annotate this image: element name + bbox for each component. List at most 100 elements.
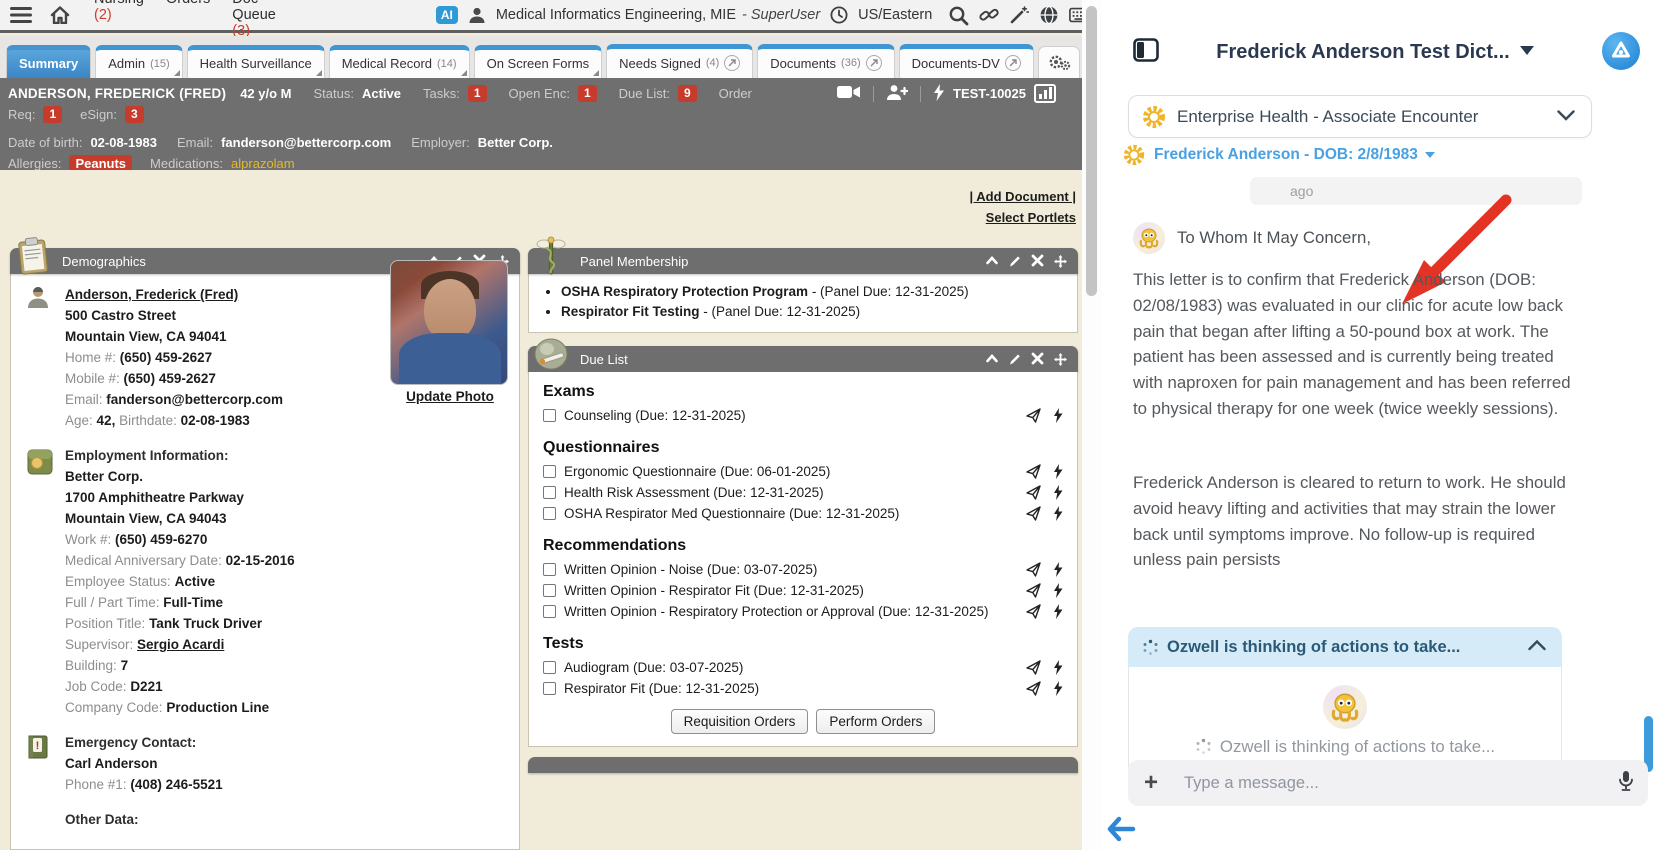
open-external-icon[interactable] bbox=[1004, 55, 1021, 71]
send-order-icon[interactable] bbox=[1026, 506, 1041, 521]
tab-medical-record[interactable]: Medical Record (14) bbox=[328, 45, 470, 78]
open-enc-badge[interactable]: 1 bbox=[577, 85, 597, 102]
message-input[interactable] bbox=[1184, 773, 1618, 793]
quick-action-icon[interactable] bbox=[1053, 583, 1063, 598]
send-order-icon[interactable] bbox=[1026, 464, 1041, 479]
next-portlet-header-partial[interactable] bbox=[528, 757, 1078, 773]
move-icon[interactable] bbox=[1053, 254, 1068, 269]
ai-badge[interactable]: AI bbox=[435, 6, 458, 24]
tab-on-screen-forms[interactable]: On Screen Forms bbox=[473, 45, 603, 78]
quick-action-icon[interactable] bbox=[1053, 681, 1063, 696]
quick-action-icon[interactable] bbox=[1053, 485, 1063, 500]
requisition-orders-button[interactable]: Requisition Orders bbox=[670, 709, 809, 734]
perform-orders-button[interactable]: Perform Orders bbox=[816, 709, 936, 734]
ozwell-logo-icon[interactable] bbox=[1602, 32, 1640, 70]
flowsheet-chart-icon[interactable] bbox=[1034, 84, 1056, 103]
nav-orders[interactable]: Orders bbox=[166, 0, 210, 39]
timezone-label[interactable]: US/Eastern bbox=[858, 7, 932, 23]
send-order-icon[interactable] bbox=[1026, 583, 1041, 598]
chart-id: TEST-10025 bbox=[953, 86, 1026, 101]
emergency-contact-icon: ! bbox=[25, 733, 51, 764]
nav-nursing[interactable]: Nursing (2) bbox=[94, 0, 144, 39]
checkbox[interactable] bbox=[543, 486, 556, 499]
due-list-header[interactable]: Due List bbox=[528, 338, 1078, 372]
home-icon[interactable] bbox=[50, 4, 70, 26]
checkbox[interactable] bbox=[543, 682, 556, 695]
chevron-up-icon[interactable] bbox=[1528, 638, 1546, 656]
thinking-panel-header[interactable]: Ozwell is thinking of actions to take... bbox=[1128, 627, 1562, 667]
panel-membership-header[interactable]: Panel Membership bbox=[528, 236, 1078, 275]
link-icon[interactable] bbox=[979, 4, 999, 26]
checkbox[interactable] bbox=[543, 465, 556, 478]
add-person-icon[interactable] bbox=[886, 84, 909, 104]
tab-health-surveillance[interactable]: Health Surveillance bbox=[186, 45, 325, 78]
collapse-icon[interactable] bbox=[985, 254, 999, 268]
globe-icon[interactable] bbox=[1039, 4, 1059, 26]
encounter-selector[interactable]: Enterprise Health - Associate Encounter bbox=[1128, 95, 1592, 138]
open-external-icon[interactable] bbox=[865, 55, 882, 71]
req-badge[interactable]: 1 bbox=[43, 106, 63, 123]
magic-wand-icon[interactable] bbox=[1009, 4, 1030, 26]
checkbox[interactable] bbox=[543, 507, 556, 520]
checkbox[interactable] bbox=[543, 661, 556, 674]
demographics-body: Update Photo Anderson, Frederick (Fred) … bbox=[10, 260, 520, 850]
checkbox[interactable] bbox=[543, 563, 556, 576]
collapse-icon[interactable] bbox=[985, 352, 999, 366]
tab-needs-signed[interactable]: Needs Signed (4) bbox=[606, 44, 754, 78]
move-icon[interactable] bbox=[1053, 352, 1068, 367]
main-scrollbar-thumb[interactable] bbox=[1086, 6, 1097, 296]
send-order-icon[interactable] bbox=[1026, 660, 1041, 675]
patient-name[interactable]: ANDERSON, FREDERICK (FRED) bbox=[8, 86, 226, 101]
tab-documents[interactable]: Documents (36) bbox=[757, 44, 895, 78]
due-list-badge[interactable]: 9 bbox=[677, 85, 697, 102]
quick-action-icon[interactable] bbox=[1053, 604, 1063, 619]
nav-doc-queue[interactable]: Doc Queue (3) bbox=[232, 0, 276, 39]
send-order-icon[interactable] bbox=[1026, 408, 1041, 423]
edit-icon[interactable] bbox=[1008, 352, 1022, 366]
due-list-item: Health Risk Assessment (Due: 12-31-2025) bbox=[543, 482, 1063, 503]
close-icon[interactable] bbox=[1031, 254, 1044, 267]
select-portlets-link[interactable]: Select Portlets bbox=[970, 207, 1076, 228]
checkbox[interactable] bbox=[543, 409, 556, 422]
close-icon[interactable] bbox=[1031, 352, 1044, 365]
tab-summary[interactable]: Summary bbox=[6, 45, 92, 78]
patient-dob: 02-08-1983 bbox=[90, 135, 157, 150]
quick-action-icon[interactable] bbox=[1053, 408, 1063, 423]
main-scrollbar-track[interactable] bbox=[1082, 0, 1102, 850]
thinking-status-text: Ozwell is thinking of actions to take... bbox=[1219, 736, 1496, 756]
open-external-icon[interactable] bbox=[724, 55, 741, 71]
search-icon[interactable] bbox=[948, 4, 969, 26]
tab-documents-dv[interactable]: Documents-DV bbox=[898, 44, 1034, 78]
supervisor-link[interactable]: Sergio Acardi bbox=[137, 637, 224, 652]
add-document-link[interactable]: | Add Document | bbox=[970, 186, 1076, 207]
quick-action-icon[interactable] bbox=[1053, 464, 1063, 479]
send-order-icon[interactable] bbox=[1026, 604, 1041, 619]
quick-action-icon[interactable] bbox=[1053, 660, 1063, 675]
tasks-badge[interactable]: 1 bbox=[467, 85, 487, 102]
patient-name-link[interactable]: Anderson, Frederick (Fred) bbox=[65, 287, 238, 302]
tab-admin[interactable]: Admin (15) bbox=[95, 45, 183, 78]
esign-badge[interactable]: 3 bbox=[125, 106, 144, 123]
checkbox[interactable] bbox=[543, 584, 556, 597]
send-order-icon[interactable] bbox=[1026, 562, 1041, 577]
tab-settings-button[interactable] bbox=[1037, 46, 1080, 78]
microphone-icon[interactable] bbox=[1618, 770, 1634, 797]
checkbox[interactable] bbox=[543, 605, 556, 618]
quick-action-icon[interactable] bbox=[1053, 562, 1063, 577]
chat-patient-selector[interactable]: Frederick Anderson - DOB: 2/8/1983 bbox=[1122, 143, 1435, 167]
collapse-panel-arrow-icon[interactable] bbox=[1106, 816, 1136, 847]
send-order-icon[interactable] bbox=[1026, 681, 1041, 696]
chat-title-dropdown[interactable]: Frederick Anderson Test Dict... bbox=[1172, 41, 1578, 64]
hamburger-menu-icon[interactable] bbox=[10, 4, 32, 26]
quick-action-icon[interactable] bbox=[1053, 506, 1063, 521]
sidebar-toggle-icon[interactable] bbox=[1133, 38, 1159, 67]
gear-flower-icon bbox=[1143, 105, 1165, 128]
attach-plus-icon[interactable]: + bbox=[1144, 771, 1158, 795]
keyboard-icon[interactable] bbox=[1069, 4, 1082, 26]
lightning-icon[interactable] bbox=[933, 83, 945, 104]
send-order-icon[interactable] bbox=[1026, 485, 1041, 500]
edit-icon[interactable] bbox=[1008, 254, 1022, 268]
order-link[interactable]: Order bbox=[719, 86, 752, 101]
medication-value[interactable]: alprazolam bbox=[231, 156, 295, 171]
video-camera-icon[interactable] bbox=[837, 84, 861, 103]
